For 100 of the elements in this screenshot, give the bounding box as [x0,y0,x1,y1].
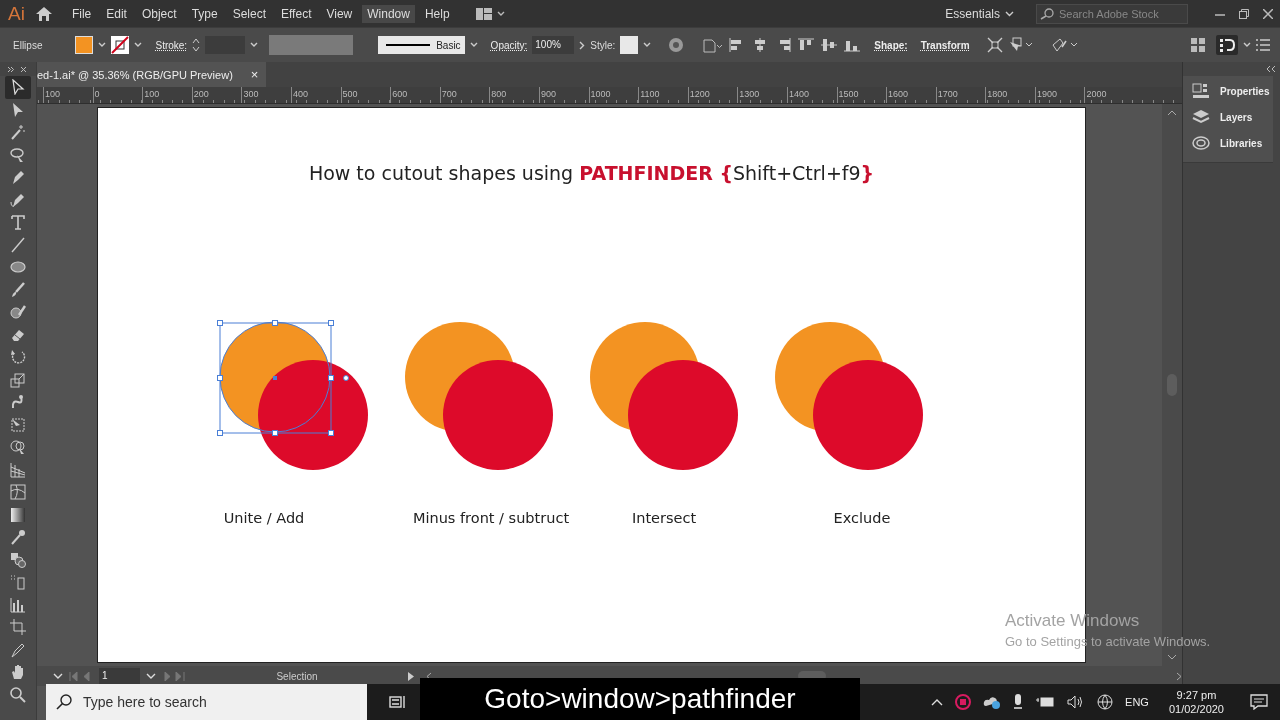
stepper-icon[interactable] [192,37,201,53]
stock-search-field[interactable]: Search Adobe Stock [1036,3,1188,24]
tool-icon [10,641,26,658]
language-indicator[interactable]: ENG [1125,696,1149,708]
align-icon[interactable] [797,37,816,53]
close-icon[interactable] [1263,8,1273,19]
caret-icon[interactable] [98,42,107,48]
workspace-dropdown[interactable]: Essentials [945,6,1000,21]
menu-item[interactable]: Object [136,4,182,23]
artboard-heading: How to cutout shapes using PATHFINDER {Shift+Ctrl+f9} [307,162,876,184]
scroll-down-icon[interactable] [1167,654,1177,660]
caret-icon[interactable] [1243,42,1251,48]
menu-item[interactable]: File [66,4,97,23]
page-field[interactable]: 1 [99,668,140,684]
example-label: Minus front / subtruct [412,510,570,526]
variable-width-field[interactable] [269,35,354,55]
ruler-label: 100 [43,87,95,103]
battery-icon[interactable] [1035,696,1056,708]
tool-icon [10,461,26,478]
brush-dropdown[interactable]: Basic [378,36,465,54]
task-view-icon[interactable] [389,694,407,710]
tool-icon [10,574,26,591]
clock-date[interactable]: 01/02/2020 [1168,703,1224,715]
ruler-label: 1700 [935,87,988,103]
object-type-label: Ellipse [13,39,43,51]
taskbar-search-field[interactable]: Type here to search [46,684,367,720]
layout-icon[interactable] [475,7,506,20]
cloud-sync-icon[interactable] [983,695,1002,709]
clock-time[interactable]: 9:27 pm [1176,689,1217,701]
puppet-warp-icon[interactable] [1050,37,1079,53]
document-icon[interactable] [701,37,724,53]
tool-icon [10,146,26,163]
play-icon[interactable] [408,671,414,681]
tool-icon [10,349,26,366]
menu-item[interactable]: Effect [276,4,317,23]
ruler-label: 1500 [836,87,889,103]
tool-icon [10,439,26,456]
microphone-icon[interactable] [1013,694,1024,710]
menu-item[interactable]: Edit [101,4,132,23]
menu-item[interactable]: Type [186,4,223,23]
app-logo[interactable]: Ai [8,2,25,25]
align-icon[interactable] [820,37,839,53]
style-swatch[interactable] [620,36,639,54]
tab-close-button[interactable]: × [250,67,259,82]
example-label: Exclude [833,510,891,526]
ruler-label: 1200 [687,87,740,103]
ruler-label: 200 [191,87,244,103]
example-label: Intersect [631,510,697,526]
ruler-label: 1100 [638,87,690,103]
chevron-icon[interactable] [579,40,586,50]
menu-item[interactable]: Help [419,4,455,23]
caret-icon[interactable] [469,42,478,48]
select-similar-icon[interactable] [1007,37,1034,53]
tool-icon [10,259,26,276]
scroll-left-icon[interactable] [426,671,432,681]
transform-link[interactable]: Transform [920,39,970,51]
stroke-swatch[interactable] [111,36,130,54]
menu-item[interactable]: Select [227,4,271,23]
caret-icon[interactable] [53,673,63,679]
notifications-icon[interactable] [1250,694,1268,710]
menu-item[interactable]: View [321,4,358,23]
menu-icon[interactable] [1256,39,1270,51]
opacity-field[interactable]: 100% [532,36,575,54]
recolor-icon[interactable] [668,37,685,53]
grid-icon[interactable] [1191,38,1205,52]
fill-swatch[interactable] [75,36,94,54]
caret-icon[interactable] [250,42,259,48]
tool-button[interactable] [5,76,31,99]
opacity-label[interactable]: Opacity: [490,39,528,51]
document-tab[interactable]: ed-1.ai* @ 35.36% (RGB/GPU Preview) × [37,62,267,87]
scroll-up-icon[interactable] [1167,110,1177,116]
ruler-label: 1900 [1034,87,1087,103]
isolate-icon[interactable] [986,37,1003,53]
panel-button[interactable]: Layers [1183,104,1273,130]
expand-icon[interactable] [1266,66,1276,72]
panel-button[interactable]: Properties [1183,78,1273,104]
restore-icon[interactable] [1239,8,1249,19]
menu-item[interactable]: Window [362,4,415,23]
globe-icon[interactable] [1097,694,1114,710]
caret-icon[interactable] [134,42,143,48]
tool-icon [10,79,26,96]
panel-button[interactable]: Libraries [1183,130,1273,156]
search-icon [56,694,72,710]
tool-icon [10,551,26,568]
stroke-label[interactable]: Stroke: [155,39,188,51]
collapse-icon[interactable] [8,65,28,73]
ruler-label: 500 [340,87,393,103]
caret-icon[interactable] [146,673,156,679]
scroll-right-icon[interactable] [1176,671,1182,681]
chevron-up-icon[interactable] [931,698,944,706]
panel-toggle-icon[interactable] [1216,35,1238,55]
ruler-label: 900 [538,87,591,103]
home-icon[interactable] [34,5,53,22]
shape-label[interactable]: Shape: [874,39,908,51]
record-icon[interactable] [955,694,972,710]
selection-bounding-box[interactable] [217,320,349,436]
caret-icon[interactable] [643,42,652,48]
properties-icon [1192,83,1210,99]
caret-icon[interactable] [1005,10,1014,17]
style-label: Style: [590,39,616,51]
